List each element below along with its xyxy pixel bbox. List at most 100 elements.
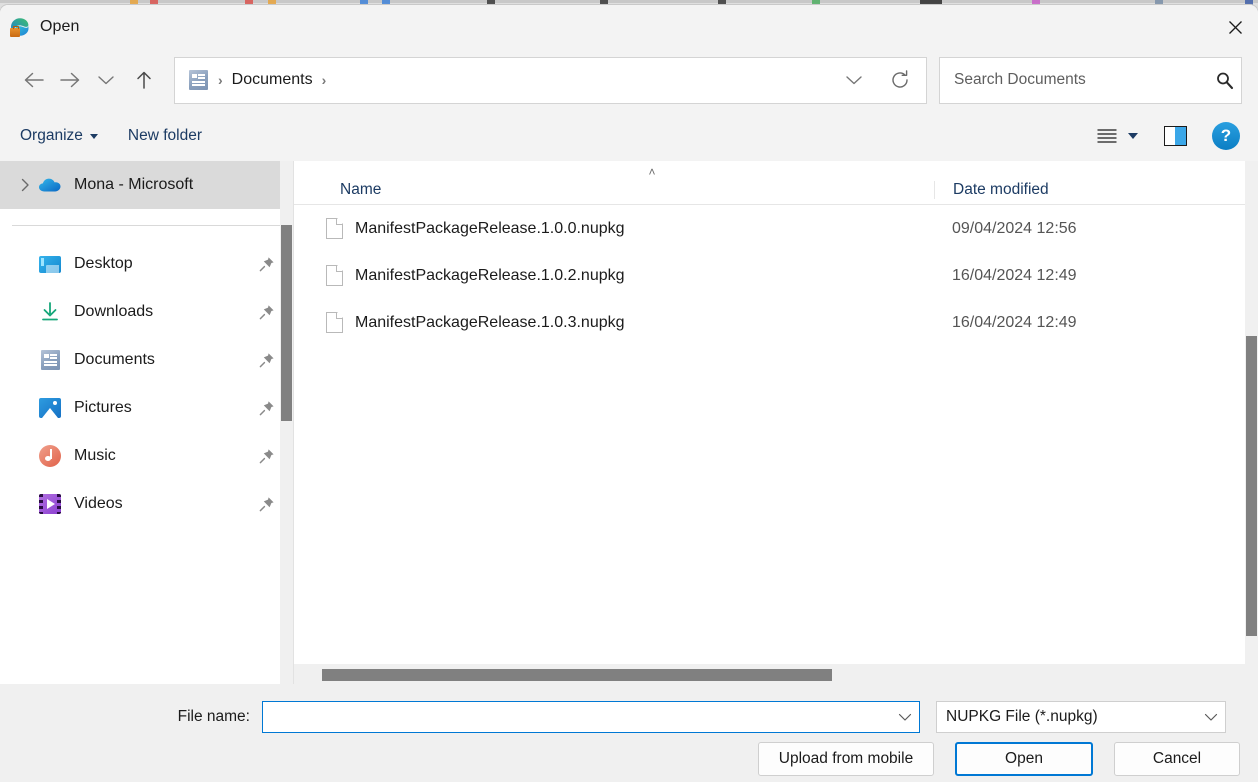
new-folder-button[interactable]: New folder [128,127,202,145]
pin-glyph [259,352,275,368]
pin-icon[interactable] [259,400,275,416]
sidebar-item-label: Documents [74,351,155,369]
file-icon [326,312,343,333]
open-button[interactable]: Open [955,742,1093,776]
dialog-footer: File name: NUPKG File (*.nupkg) [0,684,1258,782]
arrow-up-icon [134,70,154,90]
refresh-button[interactable] [874,58,926,103]
file-icon [326,265,343,286]
upload-from-mobile-button[interactable]: Upload from mobile [758,742,934,776]
pin-glyph [259,256,275,272]
chevron-right-icon[interactable] [12,178,38,192]
file-list-vertical-scrollbar[interactable] [1245,161,1258,684]
file-name-row: File name: NUPKG File (*.nupkg) [0,699,1258,735]
file-name-dropdown-button[interactable] [891,712,919,722]
sidebar-item-label: Mona - Microsoft [74,176,193,194]
view-list-icon [1095,127,1119,145]
sidebar-item-mona-microsoft[interactable]: Mona - Microsoft [0,161,293,209]
sidebar-item-music[interactable]: Music [0,432,293,480]
breadcrumb-item-documents[interactable]: Documents [232,71,313,89]
title-bar: Open [0,5,1258,49]
vertical-scrollbar-thumb[interactable] [1246,336,1257,636]
address-dropdown-button[interactable] [834,58,874,103]
arrow-right-icon [59,71,81,89]
open-file-dialog: Open [0,5,1258,782]
sidebar-item-label: Music [74,447,116,465]
file-type-combo[interactable]: NUPKG File (*.nupkg) [936,701,1226,733]
pin-icon[interactable] [259,352,275,368]
table-row[interactable]: ManifestPackageRelease.1.0.3.nupkg 16/04… [294,299,1258,346]
navigation-bar: › Documents › [0,49,1258,111]
address-bar[interactable]: › Documents › [174,57,927,104]
magnifier-icon [1215,71,1234,90]
search-box[interactable] [939,57,1242,104]
organize-button[interactable]: Organize [20,127,98,145]
view-mode-button[interactable] [1088,119,1126,153]
file-type-dropdown-button[interactable] [1197,712,1225,722]
file-name-label: ManifestPackageRelease.1.0.2.nupkg [355,267,625,285]
dialog-body: Mona - Microsoft Desktop [0,161,1258,684]
onedrive-cloud-icon [38,173,62,197]
close-icon [1228,20,1243,35]
sidebar-item-label: Downloads [74,303,153,321]
pin-icon[interactable] [259,256,275,272]
downloads-icon [38,300,62,324]
sidebar-item-downloads[interactable]: Downloads [0,288,293,336]
sort-ascending-icon: ˄ [644,167,660,177]
edge-work-profile-icon [10,17,30,37]
column-header-date-modified[interactable]: Date modified [934,181,1258,199]
table-row[interactable]: ManifestPackageRelease.1.0.2.nupkg 16/04… [294,252,1258,299]
breadcrumb-separator: › [218,72,223,88]
pin-glyph [259,400,275,416]
recent-locations-button[interactable] [88,62,124,98]
close-button[interactable] [1212,5,1258,49]
file-type-value: NUPKG File (*.nupkg) [937,708,1197,726]
search-input[interactable] [940,71,1207,89]
preview-pane-button[interactable] [1156,119,1194,153]
file-name-combo[interactable] [262,701,920,733]
documents-folder-icon [189,70,209,90]
chevron-down-icon [898,712,912,722]
file-list-horizontal-scrollbar[interactable] [294,664,1245,684]
sidebar-item-pictures[interactable]: Pictures [0,384,293,432]
file-list-pane: ˄ Name Date modified ManifestPackageRele… [294,161,1258,684]
column-header-name[interactable]: Name [294,181,934,199]
pin-icon[interactable] [259,496,275,512]
sidebar-item-documents[interactable]: Documents [0,336,293,384]
back-button[interactable] [16,62,52,98]
dialog-buttons: Upload from mobile Open Cancel [758,742,1240,776]
pin-icon[interactable] [259,448,275,464]
pin-glyph [259,304,275,320]
organize-label: Organize [20,127,83,145]
documents-icon [38,348,62,372]
refresh-icon [889,69,911,91]
pin-icon[interactable] [259,304,275,320]
arrow-left-icon [23,71,45,89]
breadcrumb-separator[interactable]: › [322,72,327,88]
search-icon[interactable] [1207,71,1241,90]
file-icon [326,218,343,239]
work-profile-badge-icon [10,28,20,37]
chevron-down-icon [845,74,863,86]
music-icon [38,444,62,468]
file-name-label: ManifestPackageRelease.1.0.3.nupkg [355,314,625,332]
horizontal-scrollbar-thumb[interactable] [322,669,832,681]
file-name-input[interactable] [263,709,891,726]
sidebar-item-videos[interactable]: Videos [0,480,293,528]
pin-glyph [259,448,275,464]
cancel-button[interactable]: Cancel [1114,742,1240,776]
onedrive-glyph [38,177,62,193]
forward-button[interactable] [52,62,88,98]
chevron-right-glyph [20,178,30,192]
file-name-label: ManifestPackageRelease.1.0.0.nupkg [355,220,625,238]
up-one-level-button[interactable] [124,62,164,98]
videos-icon [38,492,62,516]
table-row[interactable]: ManifestPackageRelease.1.0.0.nupkg 09/04… [294,205,1258,252]
new-folder-label: New folder [128,127,202,145]
sidebar-item-label: Pictures [74,399,132,417]
view-mode-dropdown-icon[interactable] [1128,133,1138,139]
sidebar-scrollbar[interactable] [280,161,293,684]
help-button[interactable]: ? [1212,122,1240,150]
sidebar-item-desktop[interactable]: Desktop [0,240,293,288]
sidebar-scrollbar-thumb[interactable] [281,225,292,421]
